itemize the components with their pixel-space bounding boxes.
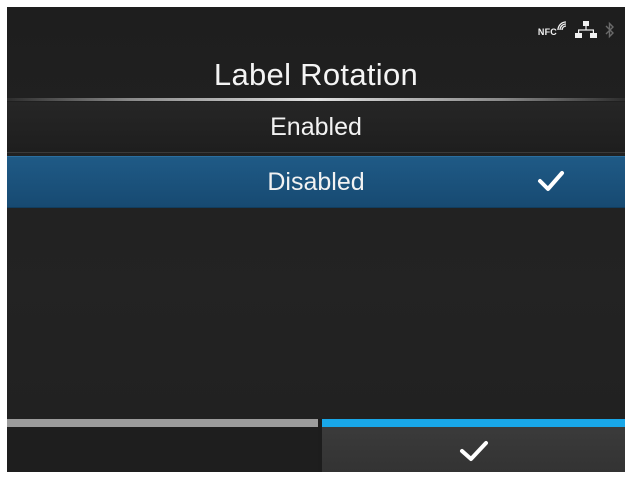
confirm-button[interactable]	[322, 419, 625, 472]
checkmark-icon	[538, 171, 564, 191]
option-disabled[interactable]: Disabled	[7, 156, 625, 208]
network-icon	[575, 20, 597, 44]
option-label: Disabled	[267, 168, 365, 196]
page-title: Label Rotation	[213, 57, 419, 92]
option-label: Enabled	[270, 113, 362, 141]
nfc-label: NFC	[537, 27, 557, 37]
softkey-indicator-strip	[7, 419, 318, 427]
bluetooth-icon	[605, 21, 615, 44]
status-bar: NFC	[537, 20, 615, 44]
softkey-indicator-strip	[322, 419, 625, 427]
printer-display-screen: NFC Label Rotation Enabled Disabled	[7, 7, 625, 472]
row-divider	[7, 152, 625, 153]
softkey-bar	[7, 419, 625, 472]
option-enabled[interactable]: Enabled	[7, 102, 625, 152]
title-underline	[7, 98, 625, 101]
softkey-left-button[interactable]	[7, 419, 318, 472]
checkmark-icon	[459, 441, 488, 461]
nfc-icon: NFC	[537, 21, 567, 37]
